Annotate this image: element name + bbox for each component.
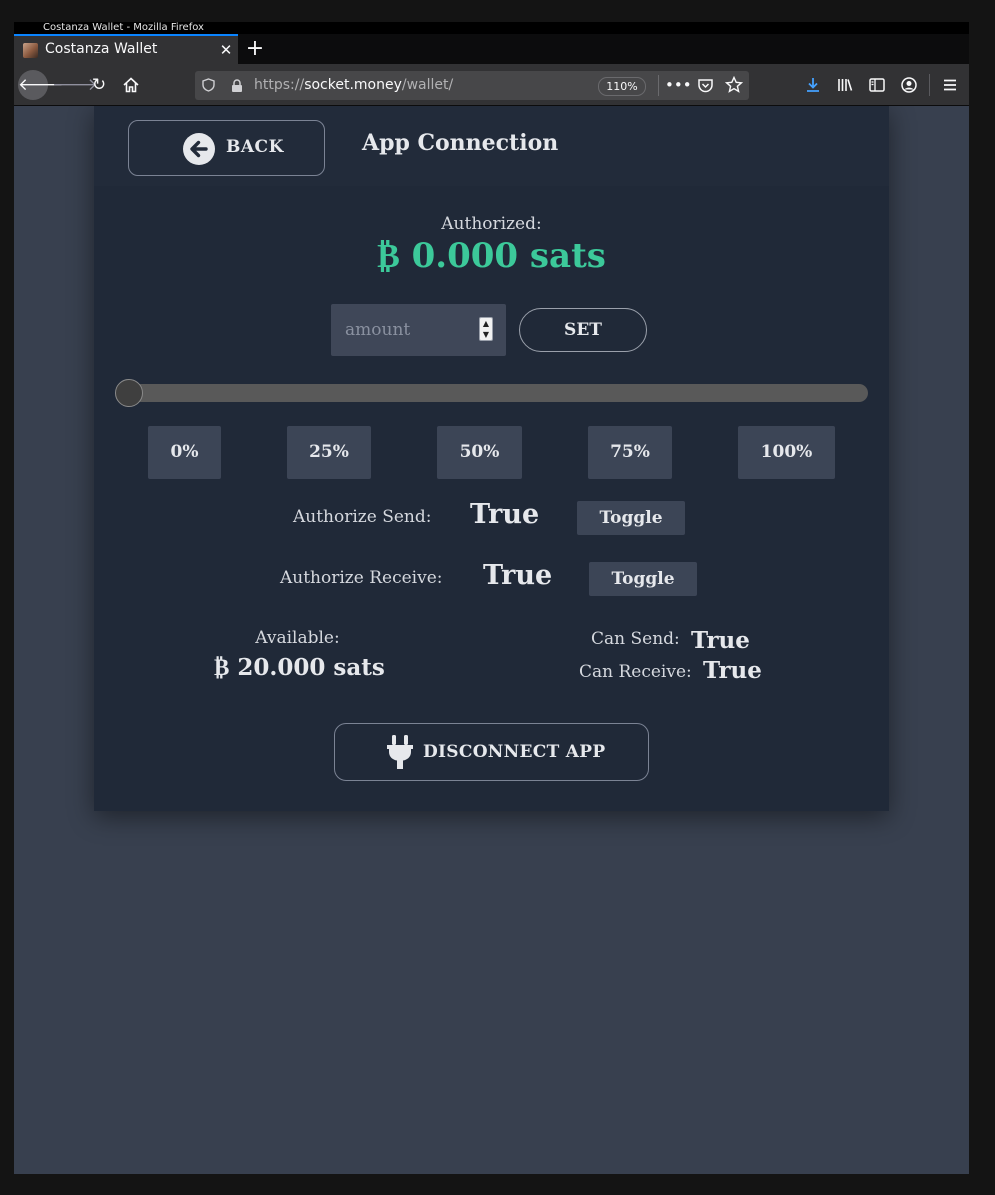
home-icon[interactable] [116,70,146,100]
hamburger-menu-icon[interactable] [941,76,959,94]
tab-title: Costanza Wallet [45,41,158,57]
tab-strip: Costanza Wallet ✕ + [14,34,969,64]
back-arrow-circle-icon [183,133,215,165]
reload-icon[interactable]: ↻ [84,70,114,100]
window-title: Costanza Wallet - Mozilla Firefox [43,22,204,33]
tab-costanza-wallet[interactable]: Costanza Wallet ✕ [14,34,238,64]
url-path: /wallet/ [401,77,454,93]
url-host: socket.money [304,77,402,93]
sidebar-icon[interactable] [868,76,886,94]
percent-25-button[interactable]: 25% [287,426,371,479]
disconnect-app-button[interactable]: DISCONNECT APP [334,723,649,781]
os-window-titlebar: Costanza Wallet - Mozilla Firefox [14,22,969,34]
zoom-indicator[interactable]: 110% [598,77,646,96]
amount-slider-thumb[interactable] [115,379,143,407]
percent-75-button[interactable]: 75% [588,426,672,479]
close-tab-icon[interactable]: ✕ [214,38,238,62]
authorized-value: ₿ 0.000 sats [377,236,606,276]
can-receive-label: Can Receive: [579,662,692,682]
toggle-send-button[interactable]: Toggle [577,501,685,535]
authorized-label: Authorized: [441,214,542,234]
can-receive-value: True [703,657,762,684]
download-icon[interactable] [804,76,822,94]
authorize-receive-value: True [483,560,553,591]
percent-100-button[interactable]: 100% [738,426,835,479]
forward-arrow-icon[interactable]: 🡒 [52,70,98,100]
page-title: App Connection [362,130,559,156]
amount-field[interactable]: ▲ ▼ [331,304,506,356]
card-header: BACK App Connection [94,106,889,186]
available-value: ₿ 20.000 sats [214,654,385,681]
back-button[interactable]: BACK [128,120,325,176]
url-scheme: https:// [254,77,305,93]
back-arrow-icon[interactable]: 🡐 [18,70,64,100]
favicon-icon [23,43,38,58]
back-label: BACK [226,137,284,157]
spinner-up-icon[interactable]: ▲ [480,318,492,329]
authorize-send-label: Authorize Send: [293,507,432,527]
amount-spinner[interactable]: ▲ ▼ [479,317,493,341]
url-text[interactable]: https://socket.money/wallet/ [254,77,453,93]
browser-window: Costanza Wallet ✕ + 🡐 🡒 ↻ https://socket… [14,34,969,1174]
available-label: Available: [255,628,340,648]
library-icon[interactable] [836,76,854,94]
can-send-label: Can Send: [591,629,680,649]
toolbar-divider [929,74,930,96]
amount-input[interactable] [331,304,471,356]
can-send-value: True [691,627,750,654]
more-actions-icon[interactable]: ••• [665,75,692,95]
page-content: BACK App Connection Authorized: ₿ 0.000 … [14,106,969,1174]
app-connection-card: BACK App Connection Authorized: ₿ 0.000 … [94,106,889,811]
percent-0-button[interactable]: 0% [148,426,221,479]
authorize-receive-label: Authorize Receive: [280,568,443,588]
lock-icon[interactable] [231,79,243,92]
plug-icon [387,735,413,769]
spinner-down-icon[interactable]: ▼ [480,329,492,340]
tracking-shield-icon[interactable] [202,78,215,92]
bookmark-star-icon[interactable] [725,76,743,94]
new-tab-icon[interactable]: + [243,35,267,63]
percent-50-button[interactable]: 50% [437,426,522,479]
amount-slider-track[interactable] [128,384,868,402]
url-bar[interactable]: https://socket.money/wallet/ 110% ••• [195,71,749,100]
nav-toolbar: 🡐 🡒 ↻ https://socket.money/wallet/ 110% … [14,64,969,106]
url-bar-divider [658,75,659,96]
toggle-receive-button[interactable]: Toggle [589,562,697,596]
disconnect-label: DISCONNECT APP [423,742,606,762]
pocket-icon[interactable] [697,77,714,94]
set-button[interactable]: SET [519,308,647,352]
account-icon[interactable] [900,76,918,94]
authorize-send-value: True [470,499,540,530]
